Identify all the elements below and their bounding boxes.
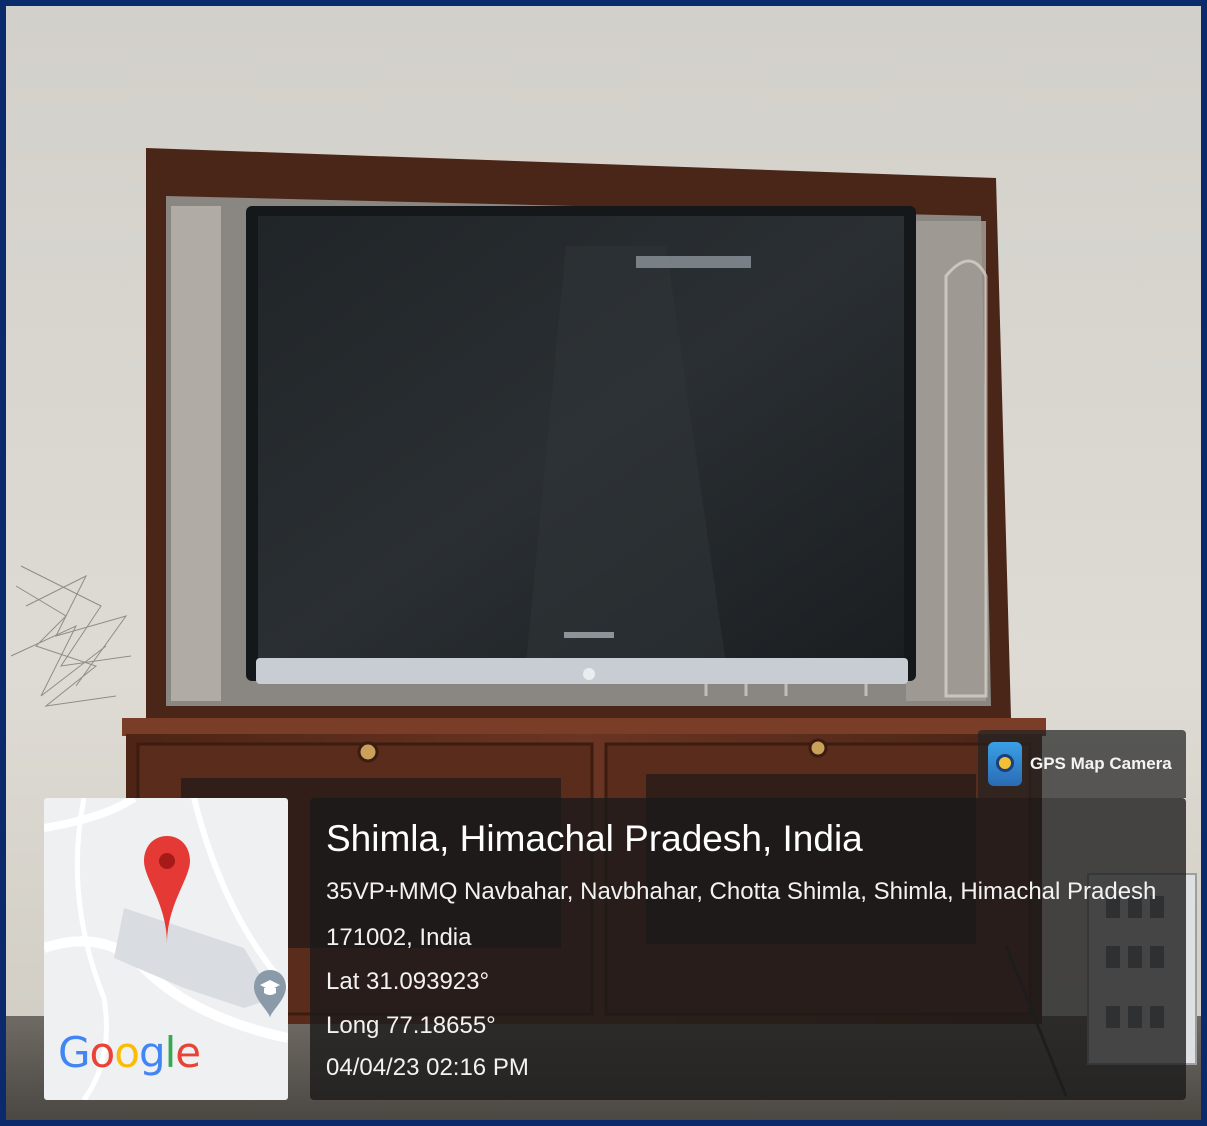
timestamp-text: 04/04/23 02:16 PM bbox=[326, 1054, 529, 1081]
screen-light-streak bbox=[636, 256, 751, 268]
cabinet-top bbox=[122, 718, 1046, 736]
gps-map-camera-app-icon bbox=[988, 742, 1022, 786]
tv-brand-mark bbox=[564, 632, 614, 638]
longitude-text: Long 77.18655° bbox=[326, 1012, 496, 1039]
cabinet-left-lock bbox=[357, 741, 379, 763]
latitude-text: Lat 31.093923° bbox=[326, 968, 490, 995]
tv-power-indicator bbox=[583, 668, 595, 680]
map-thumbnail: Google bbox=[44, 798, 288, 1100]
display-case-left-glass bbox=[171, 206, 221, 701]
map-pin-icon bbox=[144, 836, 190, 944]
address-line-2: 171002, India bbox=[326, 924, 472, 951]
location-title: Shimla, Himachal Pradesh, India bbox=[326, 818, 863, 859]
google-logo: Google bbox=[58, 1028, 201, 1077]
gps-map-camera-label: GPS Map Camera bbox=[1030, 754, 1172, 773]
location-info-panel: Shimla, Himachal Pradesh, India 35VP+MMQ… bbox=[310, 798, 1186, 1100]
school-poi-icon bbox=[254, 970, 286, 1018]
gps-map-camera-badge: GPS Map Camera bbox=[978, 730, 1186, 798]
address-line-1: 35VP+MMQ Navbahar, Navbhahar, Chotta Shi… bbox=[326, 878, 1157, 905]
tv-bottom-trim bbox=[256, 658, 908, 684]
cabinet-right-lock bbox=[808, 738, 828, 758]
photo-frame: GPS Map Camera Shimla, Himachal Pradesh,… bbox=[0, 0, 1207, 1126]
